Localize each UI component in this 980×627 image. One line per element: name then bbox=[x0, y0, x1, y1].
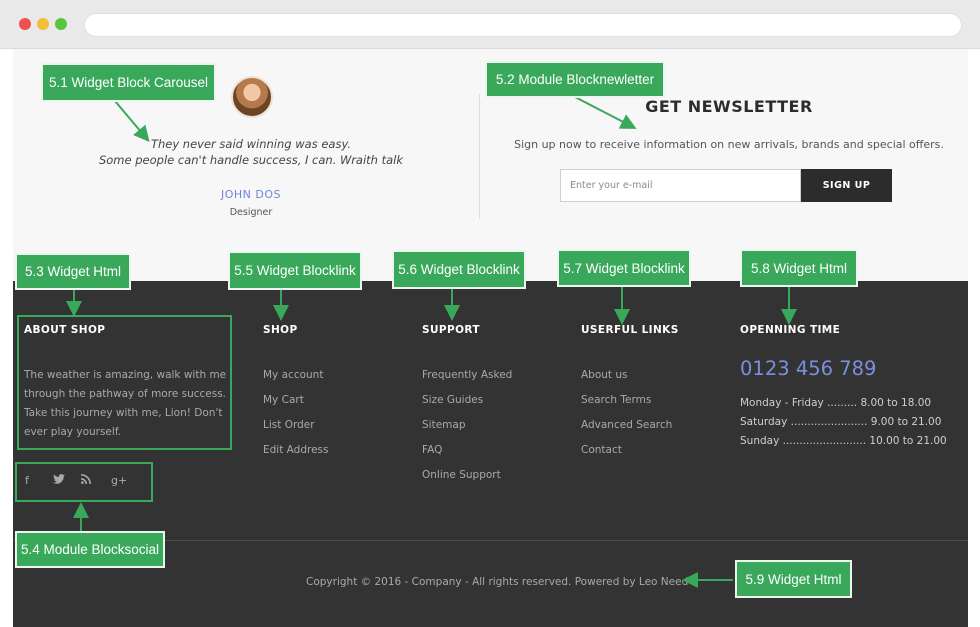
annotation-label-5-9: 5.9 Widget Html bbox=[735, 560, 852, 598]
testimonial-quote: They never said winning was easy. Some p… bbox=[13, 136, 489, 168]
useful-link[interactable]: Search Terms bbox=[581, 394, 672, 419]
shop-link[interactable]: List Order bbox=[263, 419, 329, 444]
maximize-window-icon[interactable] bbox=[55, 18, 67, 30]
newsletter-description: Sign up now to receive information on ne… bbox=[514, 138, 944, 151]
opening-time-title: OPENNING TIME bbox=[740, 324, 841, 336]
phone-number[interactable]: 0123 456 789 bbox=[740, 357, 876, 380]
hours-row: Saturday ....................... 9.00 to… bbox=[740, 416, 942, 428]
testimonial-avatar bbox=[231, 76, 273, 118]
support-link[interactable]: FAQ bbox=[422, 444, 512, 469]
browser-chrome bbox=[0, 0, 980, 49]
useful-link[interactable]: Advanced Search bbox=[581, 419, 672, 444]
annotation-label-5-4: 5.4 Module Blocksocial bbox=[15, 531, 165, 568]
testimonial-quote-line1: They never said winning was easy. bbox=[150, 137, 352, 151]
address-bar[interactable] bbox=[84, 13, 962, 37]
support-link[interactable]: Online Support bbox=[422, 469, 512, 494]
testimonial-author: JOHN DOS bbox=[220, 188, 281, 201]
annotation-label-5-3: 5.3 Widget Html bbox=[15, 253, 131, 290]
shop-title: SHOP bbox=[263, 324, 298, 336]
testimonial-quote-line2: Some people can't handle success, I can.… bbox=[98, 153, 404, 167]
support-link[interactable]: Size Guides bbox=[422, 394, 512, 419]
annotation-label-5-2: 5.2 Module Blocknewletter bbox=[485, 61, 665, 98]
annotation-label-5-7: 5.7 Widget Blocklink bbox=[557, 249, 691, 287]
testimonial-role: Designer bbox=[229, 207, 273, 218]
support-title: SUPPORT bbox=[422, 324, 480, 336]
shop-link[interactable]: My Cart bbox=[263, 394, 329, 419]
support-links: Frequently Asked Size Guides Sitemap FAQ… bbox=[422, 369, 512, 494]
annotation-label-5-5: 5.5 Widget Blocklink bbox=[228, 251, 362, 290]
annotation-label-5-1: 5.1 Widget Block Carousel bbox=[41, 63, 216, 102]
close-window-icon[interactable] bbox=[19, 18, 31, 30]
newsletter-email-input[interactable] bbox=[560, 169, 801, 202]
useful-link[interactable]: Contact bbox=[581, 444, 672, 469]
useful-link[interactable]: About us bbox=[581, 369, 672, 394]
social-highlight-box bbox=[15, 462, 153, 502]
newsletter-signup-button[interactable]: SIGN UP bbox=[801, 169, 892, 202]
shop-links: My account My Cart List Order Edit Addre… bbox=[263, 369, 329, 469]
newsletter-title: GET NEWSLETTER bbox=[645, 97, 813, 116]
support-link[interactable]: Sitemap bbox=[422, 419, 512, 444]
about-shop-highlight-box bbox=[17, 315, 232, 450]
support-link[interactable]: Frequently Asked bbox=[422, 369, 512, 394]
hours-row: Monday - Friday ......... 8.00 to 18.00 bbox=[740, 397, 932, 409]
annotation-label-5-6: 5.6 Widget Blocklink bbox=[392, 250, 526, 289]
hours-row: Sunday ......................... 10.00 t… bbox=[740, 435, 947, 447]
useful-links-title: USERFUL LINKS bbox=[581, 324, 679, 336]
shop-link[interactable]: My account bbox=[263, 369, 329, 394]
shop-link[interactable]: Edit Address bbox=[263, 444, 329, 469]
copyright-text: Copyright © 2016 - Company - All rights … bbox=[306, 576, 689, 588]
useful-links: About us Search Terms Advanced Search Co… bbox=[581, 369, 672, 469]
minimize-window-icon[interactable] bbox=[37, 18, 49, 30]
annotation-label-5-8: 5.8 Widget Html bbox=[740, 249, 858, 287]
opening-hours: Monday - Friday ......... 8.00 to 18.00 … bbox=[740, 397, 947, 454]
